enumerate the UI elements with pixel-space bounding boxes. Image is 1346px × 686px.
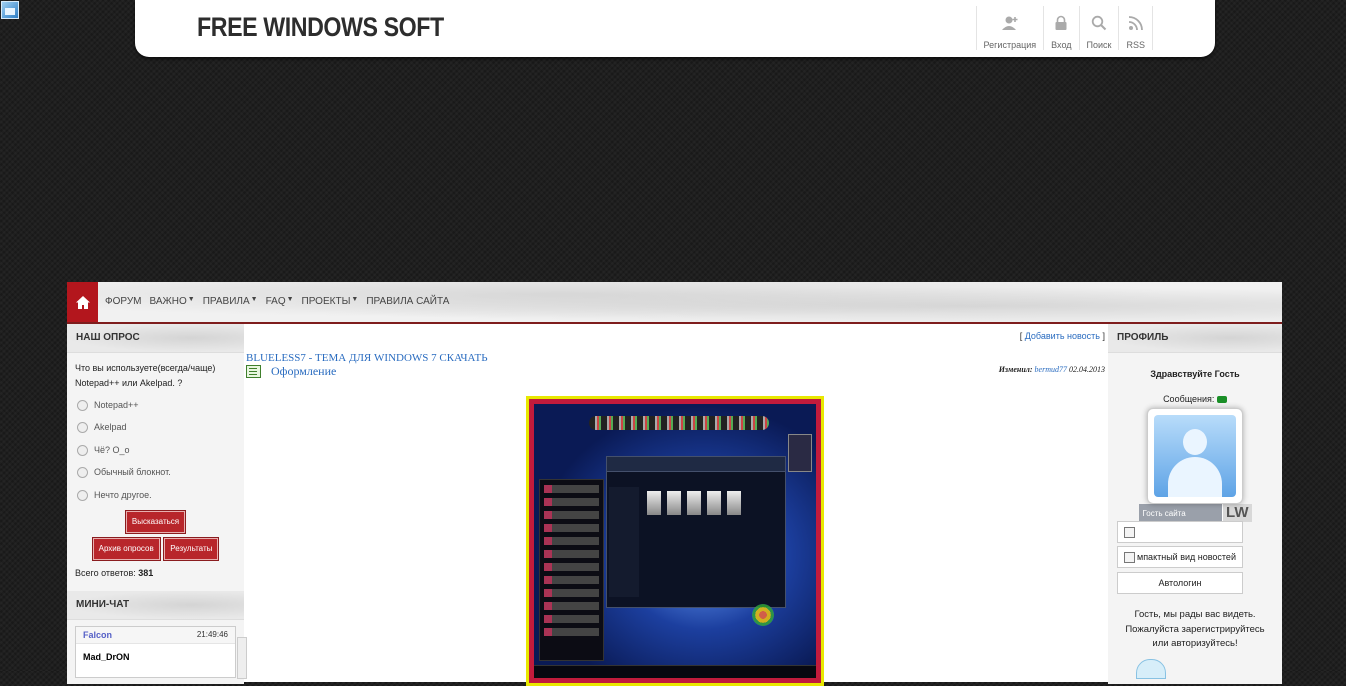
- login-shield-icon: [1136, 659, 1166, 679]
- radio-button[interactable]: [77, 467, 88, 479]
- add-user-icon: [1001, 14, 1019, 32]
- option-checkbox-row[interactable]: [1117, 521, 1243, 543]
- left-sidebar: НАШ ОПРОС Что вы используете(всегда/чаще…: [67, 324, 247, 684]
- vote-button[interactable]: Высказаться: [124, 509, 187, 534]
- top-nav-rss-label: RSS: [1126, 40, 1145, 50]
- checkbox[interactable]: [1124, 551, 1135, 563]
- menu-item-faq[interactable]: FAQ▼: [266, 296, 294, 307]
- poll-total: Всего ответов: 381: [75, 567, 154, 578]
- top-nav: Регистрация Вход Поиск RSS: [975, 6, 1153, 50]
- profile-title: ПРОФИЛЬ: [1108, 324, 1282, 353]
- compact-view-label: мпактный вид новостей: [1137, 552, 1236, 562]
- rank-badge: LW: [1222, 504, 1252, 522]
- top-nav-register-label: Регистрация: [983, 40, 1037, 50]
- site-logo[interactable]: FREE WINDOWS SOFT: [197, 12, 444, 43]
- main-frame: ФОРУМ ВАЖНО▼ ПРАВИЛА▼ FAQ▼ ПРОЕКТЫ▼ ПРАВ…: [67, 282, 1282, 686]
- site-header: FREE WINDOWS SOFT Регистрация Вход Поиск…: [135, 0, 1215, 57]
- welcome-text: Гость, мы рады вас видеть. Пожалуйста за…: [1125, 609, 1265, 649]
- top-nav-register[interactable]: Регистрация: [975, 6, 1044, 50]
- add-news-link[interactable]: Добавить новость: [1025, 331, 1100, 341]
- radio-button[interactable]: [77, 399, 88, 411]
- poll-option[interactable]: Чё? О_о: [75, 439, 236, 462]
- menu-item-projects[interactable]: ПРОЕКТЫ▼: [302, 296, 359, 307]
- poll-title: НАШ ОПРОС: [67, 324, 244, 353]
- explorer-window-preview: [606, 456, 786, 608]
- search-icon: [1090, 14, 1108, 32]
- avatar: [1147, 408, 1243, 504]
- top-nav-rss[interactable]: RSS: [1118, 6, 1153, 50]
- menu-item-important[interactable]: ВАЖНО▼: [150, 296, 195, 307]
- caret-down-icon: ▼: [351, 296, 359, 303]
- home-icon: [75, 295, 90, 309]
- compact-view-checkbox-row[interactable]: мпактный вид новостей: [1117, 546, 1243, 568]
- chat-timestamp: 21:49:46: [196, 629, 228, 639]
- poll-option[interactable]: Обычный блокнот.: [75, 462, 236, 485]
- home-button[interactable]: [67, 282, 98, 322]
- main-menu-bar: ФОРУМ ВАЖНО▼ ПРАВИЛА▼ FAQ▼ ПРОЕКТЫ▼ ПРАВ…: [67, 282, 1282, 324]
- chat-username[interactable]: Falcon: [83, 630, 112, 640]
- top-nav-search[interactable]: Поиск: [1078, 6, 1119, 50]
- caret-down-icon: ▼: [286, 296, 294, 303]
- gadget: [788, 434, 812, 472]
- news-title[interactable]: BLUELESS7 - ТЕМА ДЛЯ WINDOWS 7 СКАЧАТЬ: [246, 352, 488, 364]
- theme-screenshot-image[interactable]: [526, 396, 824, 686]
- profile-greeting: Здравствуйте Гость: [1150, 369, 1240, 379]
- content-area: [ Добавить новость ] BLUELESS7 - ТЕМА ДЛ…: [244, 324, 1108, 686]
- radio-button[interactable]: [77, 489, 88, 501]
- taskbar-preview: [534, 665, 816, 678]
- caret-down-icon: ▼: [250, 296, 258, 303]
- poll-archive-button[interactable]: Архив опросов: [91, 536, 161, 561]
- checkbox[interactable]: [1124, 526, 1135, 538]
- poll-option[interactable]: Нечто другое.: [75, 484, 236, 507]
- lock-icon: [1052, 14, 1070, 32]
- mail-icon: [1216, 396, 1227, 404]
- top-nav-login[interactable]: Вход: [1043, 6, 1078, 50]
- menu-item-site-rules[interactable]: ПРАВИЛА САЙТА: [366, 296, 449, 307]
- add-news-link-wrap: [ Добавить новость ]: [1019, 331, 1105, 341]
- poll-option[interactable]: Akelpad: [75, 417, 236, 440]
- poll-block: Что вы используете(всегда/чаще) Notepad+…: [67, 353, 244, 581]
- poll-option[interactable]: Notepad++: [75, 394, 236, 417]
- radio-button[interactable]: [77, 444, 88, 456]
- profile-messages[interactable]: Сообщения:: [1108, 394, 1282, 404]
- browser-window-icon: [1, 1, 19, 19]
- news-category-link[interactable]: Оформление: [271, 364, 336, 379]
- poll-results-button[interactable]: Результаты: [163, 536, 220, 561]
- editor-link[interactable]: bermud77: [1035, 365, 1067, 374]
- main-menu: ФОРУМ ВАЖНО▼ ПРАВИЛА▼ FAQ▼ ПРОЕКТЫ▼ ПРАВ…: [105, 296, 457, 307]
- menu-item-rules[interactable]: ПРАВИЛА▼: [203, 296, 258, 307]
- category-list-icon: [246, 365, 261, 378]
- menu-item-forum[interactable]: ФОРУМ: [105, 296, 142, 307]
- guest-rank-bar: Гость сайта LW: [1138, 504, 1252, 522]
- rss-icon: [1127, 14, 1145, 32]
- news-edited-info: Изменил: bermud77 02.04.2013: [998, 365, 1105, 374]
- mini-chat-box: Falcon 21:49:46 Mad_DrON: [75, 625, 247, 679]
- poll-question: Что вы используете(всегда/чаще) Notepad+…: [75, 363, 216, 388]
- right-sidebar: ПРОФИЛЬ Здравствуйте Гость Сообщения: Го…: [1108, 324, 1282, 684]
- radio-button[interactable]: [77, 422, 88, 434]
- start-menu-preview: [539, 479, 604, 661]
- top-nav-login-label: Вход: [1051, 40, 1072, 50]
- profile-block: Здравствуйте Гость Сообщения: Гость сайт…: [1108, 369, 1282, 522]
- windows-logo-icon: [752, 604, 774, 626]
- caret-down-icon: ▼: [187, 296, 195, 303]
- dock-bar: [589, 416, 769, 430]
- desktop-preview: [534, 404, 816, 678]
- mini-chat-title: МИНИ-ЧАТ: [67, 590, 244, 620]
- news-category: Оформление: [246, 364, 336, 379]
- top-nav-search-label: Поиск: [1086, 40, 1112, 50]
- chat-message: Mad_DrON: [83, 651, 130, 662]
- autologin-button[interactable]: Автологин: [1117, 572, 1243, 594]
